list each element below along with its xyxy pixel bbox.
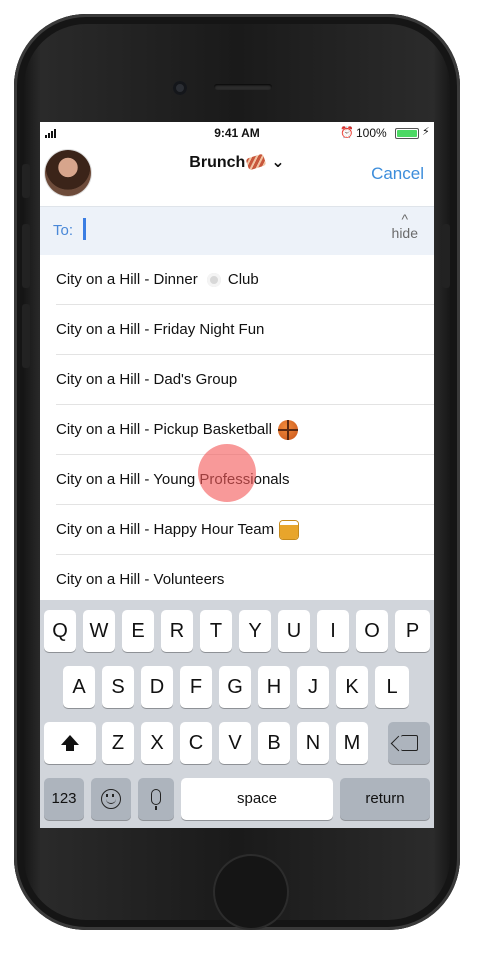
- key-o[interactable]: O: [356, 610, 388, 652]
- key-m[interactable]: M: [336, 722, 368, 764]
- key-w[interactable]: W: [83, 610, 115, 652]
- home-button[interactable]: [215, 856, 287, 928]
- group-name: City on a Hill - Friday Night Fun: [56, 321, 265, 338]
- group-name: City on a Hill - Volunteers: [56, 571, 225, 588]
- plate-icon: [204, 273, 224, 288]
- key-i[interactable]: I: [317, 610, 349, 652]
- power-button: [442, 224, 450, 288]
- recipient-bar: To: ^ hide: [40, 206, 434, 255]
- key-u[interactable]: U: [278, 610, 310, 652]
- key-r[interactable]: R: [161, 610, 193, 652]
- space-key[interactable]: space: [181, 778, 333, 820]
- key-q[interactable]: Q: [44, 610, 76, 652]
- key-n[interactable]: N: [297, 722, 329, 764]
- key-c[interactable]: C: [180, 722, 212, 764]
- earpiece-speaker: [214, 84, 272, 90]
- recipient-input[interactable]: [83, 218, 86, 240]
- key-p[interactable]: P: [395, 610, 430, 652]
- list-item[interactable]: City on a Hill - Dinner Club: [40, 255, 434, 305]
- keyboard: Q W E R T Y U I O P A S D F G H J K L Z …: [40, 600, 434, 828]
- shift-key[interactable]: [44, 722, 96, 764]
- list-item[interactable]: City on a Hill - Happy Hour Team: [40, 505, 434, 555]
- key-s[interactable]: S: [102, 666, 134, 708]
- shift-icon: [61, 735, 79, 751]
- key-v[interactable]: V: [219, 722, 251, 764]
- conversation-header: Brunch ⌄ Cancel: [40, 144, 434, 204]
- key-h[interactable]: H: [258, 666, 290, 708]
- status-bar: 9:41 AM ⏰ 100% ⚡: [40, 122, 434, 144]
- numbers-key[interactable]: 123: [44, 778, 84, 820]
- key-f[interactable]: F: [180, 666, 212, 708]
- key-g[interactable]: G: [219, 666, 251, 708]
- hide-button[interactable]: ^ hide: [391, 211, 418, 241]
- battery-percentage: 100%: [356, 126, 387, 140]
- conversation-title-text: Brunch: [189, 154, 246, 171]
- front-camera: [173, 81, 187, 95]
- return-key[interactable]: return: [340, 778, 430, 820]
- microphone-icon: [151, 789, 161, 811]
- group-list: City on a Hill - Dinner Club City on a H…: [40, 255, 434, 605]
- backspace-icon: [400, 735, 418, 752]
- key-b[interactable]: B: [258, 722, 290, 764]
- bacon-icon: [245, 153, 267, 171]
- emoji-key[interactable]: [91, 778, 131, 820]
- volume-up-button: [22, 224, 30, 288]
- chevron-down-icon: ⌄: [271, 154, 285, 171]
- key-x[interactable]: X: [141, 722, 173, 764]
- group-name: City on a Hill - Dad's Group: [56, 371, 238, 388]
- to-label: To:: [53, 222, 74, 239]
- screen: 9:41 AM ⏰ 100% ⚡ Brunch ⌄ Cancel To: ^ hi…: [40, 122, 434, 828]
- key-e[interactable]: E: [122, 610, 154, 652]
- group-name: City on a Hill - Dinner: [56, 271, 198, 288]
- list-item[interactable]: City on a Hill - Volunteers: [40, 555, 434, 605]
- group-name: City on a Hill - Pickup Basketball: [56, 421, 272, 438]
- key-t[interactable]: T: [200, 610, 232, 652]
- chevron-up-icon: ^: [401, 211, 409, 227]
- beer-icon: [280, 521, 299, 540]
- group-name: City on a Hill - Happy Hour Team: [56, 521, 275, 538]
- basketball-icon: [277, 420, 298, 441]
- key-a[interactable]: A: [63, 666, 95, 708]
- backspace-key[interactable]: [388, 722, 430, 764]
- key-l[interactable]: L: [375, 666, 409, 708]
- group-name-suffix: Club: [227, 271, 259, 288]
- touch-indicator: [198, 444, 256, 502]
- key-d[interactable]: D: [141, 666, 173, 708]
- key-z[interactable]: Z: [102, 722, 134, 764]
- key-j[interactable]: J: [297, 666, 329, 708]
- cancel-button[interactable]: Cancel: [371, 164, 424, 184]
- smiley-icon: [101, 789, 121, 810]
- list-item[interactable]: City on a Hill - Friday Night Fun: [40, 305, 434, 355]
- key-y[interactable]: Y: [239, 610, 271, 652]
- mute-switch: [22, 164, 30, 198]
- battery-icon: [395, 128, 419, 139]
- alarm-icon: ⏰: [340, 127, 354, 139]
- key-k[interactable]: K: [336, 666, 368, 708]
- hide-label: hide: [391, 225, 418, 241]
- dictation-key[interactable]: [138, 778, 174, 820]
- list-item[interactable]: City on a Hill - Dad's Group: [40, 355, 434, 405]
- volume-down-button: [22, 304, 30, 368]
- charging-icon: ⚡: [422, 126, 430, 138]
